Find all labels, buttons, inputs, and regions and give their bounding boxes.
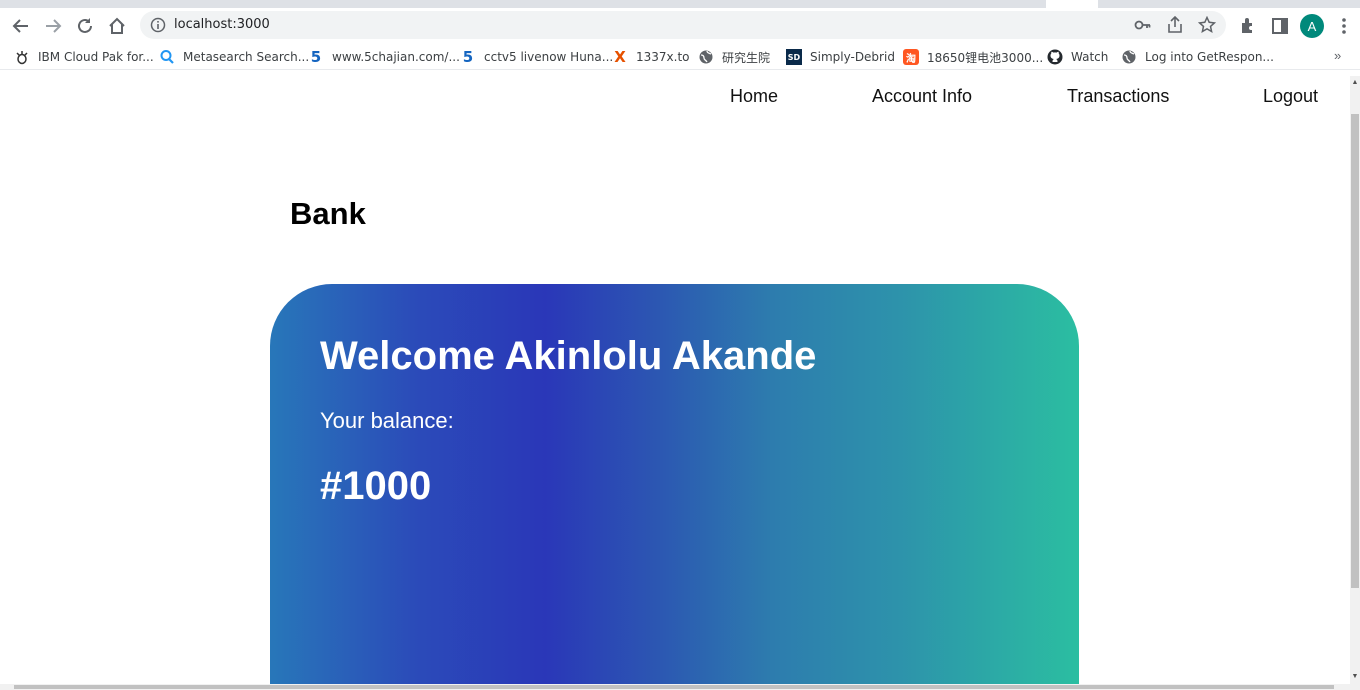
page-viewport: Home Account Info Transactions Logout Ba… [0,76,1350,684]
forward-arrow-icon [46,19,62,33]
home-icon [109,17,125,34]
bookmark-label: www.5chajian.com/... [332,50,460,64]
active-tab[interactable] [1046,0,1098,8]
nav-account-info-link[interactable]: Account Info [872,86,972,107]
bookmark-label: IBM Cloud Pak for... [38,50,154,64]
reload-icon [78,18,92,33]
bookmark-label: Log into GetRespon... [1145,50,1274,64]
bookmark-18650-battery[interactable]: 淘 18650锂电池3000... [903,48,1043,66]
page-title: Bank [290,196,366,231]
nav-home-link[interactable]: Home [730,86,778,107]
bookmark-getresponse[interactable]: Log into GetRespon... [1121,48,1274,66]
vertical-scroll-thumb[interactable] [1351,114,1359,588]
kebab-menu-icon[interactable] [1334,16,1354,36]
github-icon [1047,49,1063,65]
scroll-up-arrow-icon[interactable]: ▲ [1351,78,1359,88]
bookmark-metasearch[interactable]: Metasearch Search... [159,48,309,66]
magnifier-icon [159,49,175,65]
nav-transactions-link[interactable]: Transactions [1067,86,1169,107]
tab-strip [0,0,1360,8]
horizontal-scroll-thumb[interactable] [14,685,1334,689]
bookmarks-overflow-chevron-icon[interactable]: » [1334,48,1341,63]
balance-card: Welcome Akinlolu Akande Your balance: #1… [270,284,1079,684]
x-logo-icon: X [614,48,626,66]
share-icon[interactable] [1166,16,1184,34]
forward-button[interactable] [41,14,65,38]
globe-icon [698,49,714,65]
side-panel-icon[interactable] [1270,16,1290,36]
globe-icon [1121,49,1137,65]
ibm-bee-icon [14,49,30,65]
horizontal-scrollbar[interactable] [0,684,1360,690]
bookmark-label: Metasearch Search... [183,50,310,64]
bookmark-cctv5[interactable]: 5 cctv5 livenow Huna... [460,48,613,66]
extensions-puzzle-icon[interactable] [1238,16,1258,36]
address-bar[interactable]: localhost:3000 [140,11,1226,39]
bookmark-label: cctv5 livenow Huna... [484,50,614,64]
bookmarks-bar: IBM Cloud Pak for... Metasearch Search..… [0,44,1360,70]
bookmark-label: 18650锂电池3000... [927,50,1044,65]
bookmark-label: 1337x.to [636,50,690,64]
bookmark-label: 研究生院 [722,50,771,65]
bookmark-1337x[interactable]: X 1337x.to [612,48,690,66]
key-icon[interactable] [1134,16,1152,34]
browser-toolbar: localhost:3000 A [0,8,1360,44]
home-button[interactable] [105,14,129,38]
top-navbar: Home Account Info Transactions Logout [0,76,1350,118]
bookmark-watch[interactable]: Watch [1047,48,1108,66]
sd-logo-icon: SD [786,49,802,65]
balance-label: Your balance: [320,408,454,433]
vertical-scrollbar[interactable]: ▲ ▼ [1350,76,1360,684]
star-icon[interactable] [1198,16,1216,34]
five-logo-icon: 5 [310,48,322,66]
bookmark-label: Watch [1071,50,1109,64]
profile-avatar[interactable]: A [1300,14,1324,38]
reload-button[interactable] [73,14,97,38]
welcome-heading: Welcome Akinlolu Akande [320,334,817,378]
bookmark-label: Simply-Debrid [810,50,895,64]
url-text: localhost:3000 [174,17,270,32]
five-logo-icon: 5 [462,48,474,66]
bookmark-5chajian[interactable]: 5 www.5chajian.com/... [308,48,460,66]
scroll-down-arrow-icon[interactable]: ▼ [1351,672,1359,682]
site-info-icon[interactable] [150,17,166,33]
bookmark-ibm-cloud-pak[interactable]: IBM Cloud Pak for... [14,48,154,66]
bookmark-simply-debrid[interactable]: SD Simply-Debrid [786,48,895,66]
balance-amount: #1000 [320,464,432,508]
back-button[interactable] [9,14,33,38]
bookmark-graduate-school[interactable]: 研究生院 [698,48,770,66]
taobao-icon: 淘 [903,49,919,65]
back-arrow-icon [12,19,28,33]
nav-logout-link[interactable]: Logout [1263,86,1318,107]
